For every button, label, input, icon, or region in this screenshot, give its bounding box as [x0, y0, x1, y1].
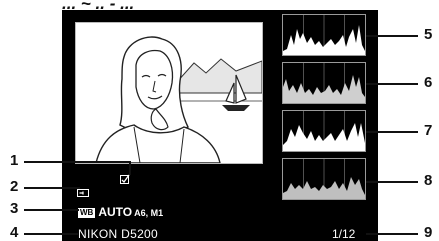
callout-5-leader — [366, 35, 418, 37]
photo-thumbnail — [75, 22, 263, 164]
wb-fine-tune: A6, M1 — [134, 208, 164, 218]
histogram-red — [282, 62, 366, 104]
white-balance-readout: WB AUTO A6, M1 — [78, 205, 163, 219]
callout-8: 8 — [424, 172, 433, 189]
callout-2-leader — [24, 187, 80, 189]
wb-mode: AUTO — [98, 205, 133, 219]
callout-4-leader — [24, 233, 78, 235]
callout-7: 7 — [424, 122, 433, 139]
callout-1-leader — [24, 161, 130, 163]
histogram-blue — [282, 158, 366, 200]
callout-3: 3 — [10, 200, 19, 217]
histogram-rgb — [282, 14, 366, 56]
callout-9: 9 — [424, 224, 433, 241]
callout-6: 6 — [424, 74, 433, 91]
protect-icon — [77, 189, 89, 197]
callout-7-leader — [366, 131, 418, 133]
wb-badge: WB — [78, 208, 96, 218]
callout-1: 1 — [10, 152, 19, 169]
callout-2: 2 — [10, 178, 19, 195]
callout-8-leader — [366, 181, 418, 183]
histogram-green — [282, 110, 366, 152]
callout-6-leader — [366, 83, 418, 85]
frame-counter: 1/12 — [332, 227, 356, 241]
callout-3-leader — [24, 209, 79, 211]
retouch-icon — [120, 174, 130, 184]
callout-9-leader — [366, 233, 418, 235]
callout-4: 4 — [10, 224, 19, 241]
portrait-illustration — [76, 23, 262, 163]
callout-5: 5 — [424, 26, 433, 43]
callout-1-leader-drop — [129, 161, 131, 175]
camera-model-name: NIKON D5200 — [78, 227, 158, 241]
